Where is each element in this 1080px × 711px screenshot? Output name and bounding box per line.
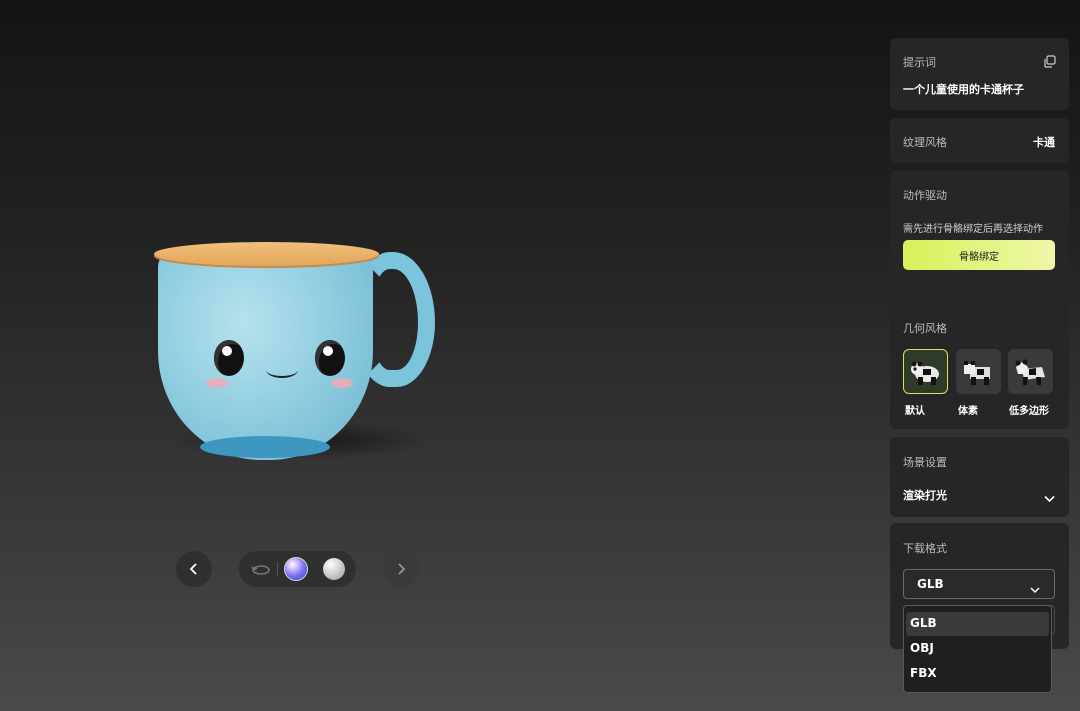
geometry-style-panel: 几何风格 默认 体素 低多边形 <box>890 303 1069 429</box>
motion-title: 动作驱动 <box>903 189 947 202</box>
prompt-text: 一个儿童使用的卡通杯子 <box>903 83 1024 96</box>
chevron-left-icon <box>189 563 197 575</box>
geometry-option-default[interactable] <box>903 349 948 394</box>
cup-cheek-left <box>206 378 228 388</box>
chevron-down-icon <box>1044 495 1055 503</box>
download-format-select[interactable]: GLB <box>903 569 1055 599</box>
scene-lighting-value[interactable]: 渲染打光 <box>903 487 947 503</box>
render-mode-toolbar <box>239 551 356 587</box>
next-button[interactable] <box>383 551 419 587</box>
cup-mouth <box>266 362 298 378</box>
panda-icon <box>963 360 990 385</box>
geometry-label-default: 默认 <box>905 406 925 417</box>
texture-style-panel: 纹理风格 卡通 <box>890 118 1069 163</box>
panda-icon <box>1015 359 1045 385</box>
rig-binding-button[interactable]: 骨骼绑定 <box>903 240 1055 270</box>
texture-style-value: 卡通 <box>1033 136 1055 149</box>
texture-style-title: 纹理风格 <box>903 136 947 149</box>
prev-button[interactable] <box>176 551 212 587</box>
cup-eye-left <box>214 340 244 376</box>
geometry-option-lowpoly[interactable] <box>1008 349 1053 394</box>
geometry-option-voxel[interactable] <box>956 349 1001 394</box>
textured-material-button[interactable] <box>285 558 307 580</box>
model-viewport[interactable] <box>0 0 880 711</box>
scene-expand-button[interactable] <box>1044 488 1055 507</box>
cup-base <box>200 436 330 458</box>
prompt-title: 提示词 <box>903 56 936 69</box>
format-option-obj[interactable]: OBJ <box>910 641 934 655</box>
copy-button[interactable] <box>1043 53 1056 72</box>
prompt-panel: 提示词 一个儿童使用的卡通杯子 <box>890 38 1069 110</box>
geometry-style-title: 几何风格 <box>903 322 947 335</box>
download-format-dropdown: GLB OBJ FBX <box>903 605 1052 693</box>
motion-panel: 动作驱动 需先进行骨骼绑定后再选择动作 骨骼绑定 <box>890 170 1069 295</box>
rotate-button[interactable] <box>251 560 271 582</box>
scene-settings-panel: 场景设置 渲染打光 <box>890 437 1069 517</box>
geometry-label-voxel: 体素 <box>958 406 978 417</box>
cup-eye-right <box>315 340 345 376</box>
geometry-label-lowpoly: 低多边形 <box>1009 406 1049 417</box>
format-option-fbx[interactable]: FBX <box>910 666 937 680</box>
white-model-button[interactable] <box>323 558 345 580</box>
chevron-right-icon <box>398 563 406 575</box>
chevron-down-icon <box>1030 579 1040 598</box>
copy-icon <box>1044 55 1056 68</box>
toolbar-divider <box>277 562 278 576</box>
scene-settings-title: 场景设置 <box>903 456 947 469</box>
rotate-icon <box>251 565 270 575</box>
cup-cheek-right <box>331 378 353 388</box>
format-option-glb[interactable]: GLB <box>910 616 937 630</box>
download-format-selected: GLB <box>917 577 944 591</box>
panda-icon <box>910 361 939 385</box>
download-format-title: 下载格式 <box>903 542 947 555</box>
motion-note: 需先进行骨骼绑定后再选择动作 <box>903 224 1043 235</box>
cup-rim <box>154 242 379 266</box>
cup-model[interactable] <box>140 230 450 480</box>
cup-body <box>158 250 373 460</box>
